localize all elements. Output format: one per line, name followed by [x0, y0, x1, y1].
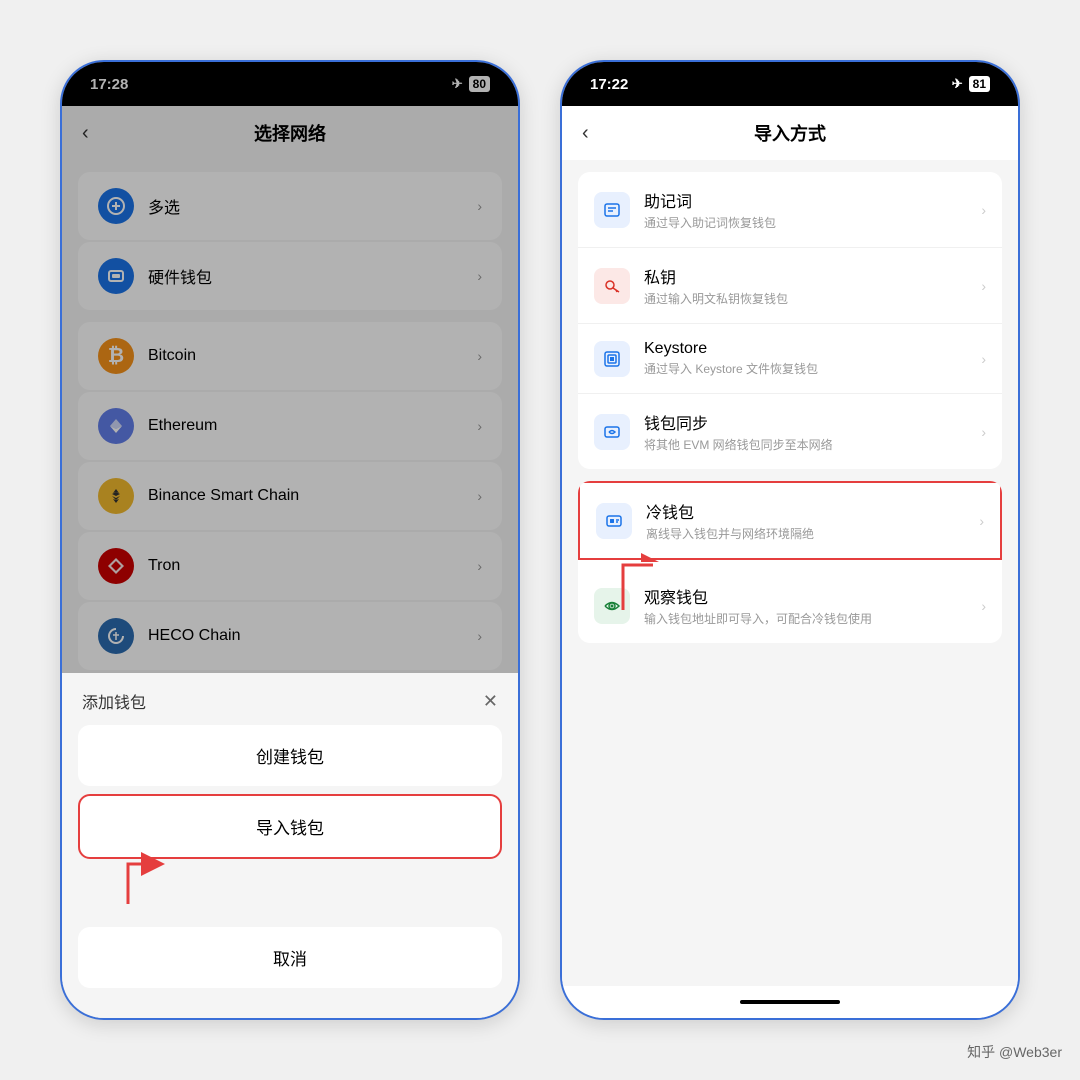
import-group-1: 助记词 通过导入助记词恢复钱包 › 私钥 通过输入明文私钥恢复钱包 ›	[578, 172, 1002, 469]
coldwallet-text: 冷钱包 离线导入钱包并与网络环境隔绝	[646, 499, 965, 542]
chevron-watchonly: ›	[981, 598, 986, 614]
import-item-coldwallet[interactable]: 冷钱包 离线导入钱包并与网络环境隔绝 ›	[578, 481, 1002, 560]
import-screen: 助记词 通过导入助记词恢复钱包 › 私钥 通过输入明文私钥恢复钱包 ›	[562, 160, 1018, 986]
watchonly-text: 观察钱包 输入钱包地址即可导入，可配合冷钱包使用	[644, 584, 967, 627]
add-wallet-sheet: 添加钱包 ✕ 创建钱包 导入钱包 取消	[62, 673, 518, 1018]
chevron-walletsync: ›	[981, 424, 986, 440]
import-group-2: 冷钱包 离线导入钱包并与网络环境隔绝 ›	[578, 481, 1002, 643]
airplane-icon-right: ✈	[952, 76, 963, 92]
close-button[interactable]: ✕	[483, 691, 498, 712]
sheet-header: 添加钱包 ✕	[62, 673, 518, 725]
walletsync-title: 钱包同步	[644, 410, 967, 434]
import-item-mnemonic[interactable]: 助记词 通过导入助记词恢复钱包 ›	[578, 172, 1002, 248]
keystore-desc: 通过导入 Keystore 文件恢复钱包	[644, 360, 967, 377]
keystore-icon	[594, 341, 630, 377]
chevron-keystore: ›	[981, 351, 986, 367]
chevron-coldwallet: ›	[979, 513, 984, 529]
keystore-text: Keystore 通过导入 Keystore 文件恢复钱包	[644, 340, 967, 377]
status-bar-right: 17:22 ✈ 81	[562, 62, 1018, 106]
battery-right: 81	[969, 76, 990, 92]
home-indicator-right	[562, 986, 1018, 1018]
mnemonic-desc: 通过导入助记词恢复钱包	[644, 214, 967, 231]
keystore-title: Keystore	[644, 340, 967, 358]
privatekey-title: 私钥	[644, 264, 967, 288]
arrow-right	[603, 550, 683, 615]
right-phone: 17:22 ✈ 81 ‹ 导入方式 助记词 通过导入助记词恢复钱包 ›	[560, 60, 1020, 1020]
mnemonic-title: 助记词	[644, 188, 967, 212]
walletsync-desc: 将其他 EVM 网络钱包同步至本网络	[644, 436, 967, 453]
mnemonic-icon	[594, 192, 630, 228]
watermark: 知乎 @Web3er	[967, 1042, 1062, 1062]
privatekey-desc: 通过输入明文私钥恢复钱包	[644, 290, 967, 307]
coldwallet-title: 冷钱包	[646, 499, 965, 523]
chevron-privatekey: ›	[981, 278, 986, 294]
import-wallet-container: 导入钱包	[78, 794, 502, 859]
nav-title-right: 导入方式	[754, 120, 826, 146]
import-item-keystore[interactable]: Keystore 通过导入 Keystore 文件恢复钱包 ›	[578, 324, 1002, 394]
nav-bar-right: ‹ 导入方式	[562, 106, 1018, 160]
privatekey-text: 私钥 通过输入明文私钥恢复钱包	[644, 264, 967, 307]
walletsync-icon	[594, 414, 630, 450]
watchonly-title: 观察钱包	[644, 584, 967, 608]
mnemonic-text: 助记词 通过导入助记词恢复钱包	[644, 188, 967, 231]
coldwallet-wrapper: 冷钱包 离线导入钱包并与网络环境隔绝 ›	[578, 481, 1002, 560]
home-bar-right	[740, 1000, 840, 1004]
coldwallet-desc: 离线导入钱包并与网络环境隔绝	[646, 525, 965, 542]
cancel-button[interactable]: 取消	[78, 927, 502, 988]
create-wallet-button[interactable]: 创建钱包	[78, 725, 502, 786]
watchonly-desc: 输入钱包地址即可导入，可配合冷钱包使用	[644, 610, 967, 627]
walletsync-text: 钱包同步 将其他 EVM 网络钱包同步至本网络	[644, 410, 967, 453]
back-button-right[interactable]: ‹	[582, 122, 589, 145]
status-icons-right: ✈ 81	[952, 76, 990, 92]
time-right: 17:22	[590, 76, 628, 93]
arrow-left	[108, 849, 188, 909]
import-item-walletsync[interactable]: 钱包同步 将其他 EVM 网络钱包同步至本网络 ›	[578, 394, 1002, 469]
privatekey-icon	[594, 268, 630, 304]
left-phone: 17:28 ✈ 80 ‹ 选择网络 多选 › 硬件钱包 ›	[60, 60, 520, 1020]
import-methods-list: 助记词 通过导入助记词恢复钱包 › 私钥 通过输入明文私钥恢复钱包 ›	[562, 160, 1018, 986]
coldwallet-icon	[596, 503, 632, 539]
chevron-mnemonic: ›	[981, 202, 986, 218]
sheet-title: 添加钱包	[82, 689, 146, 713]
import-item-privatekey[interactable]: 私钥 通过输入明文私钥恢复钱包 ›	[578, 248, 1002, 324]
